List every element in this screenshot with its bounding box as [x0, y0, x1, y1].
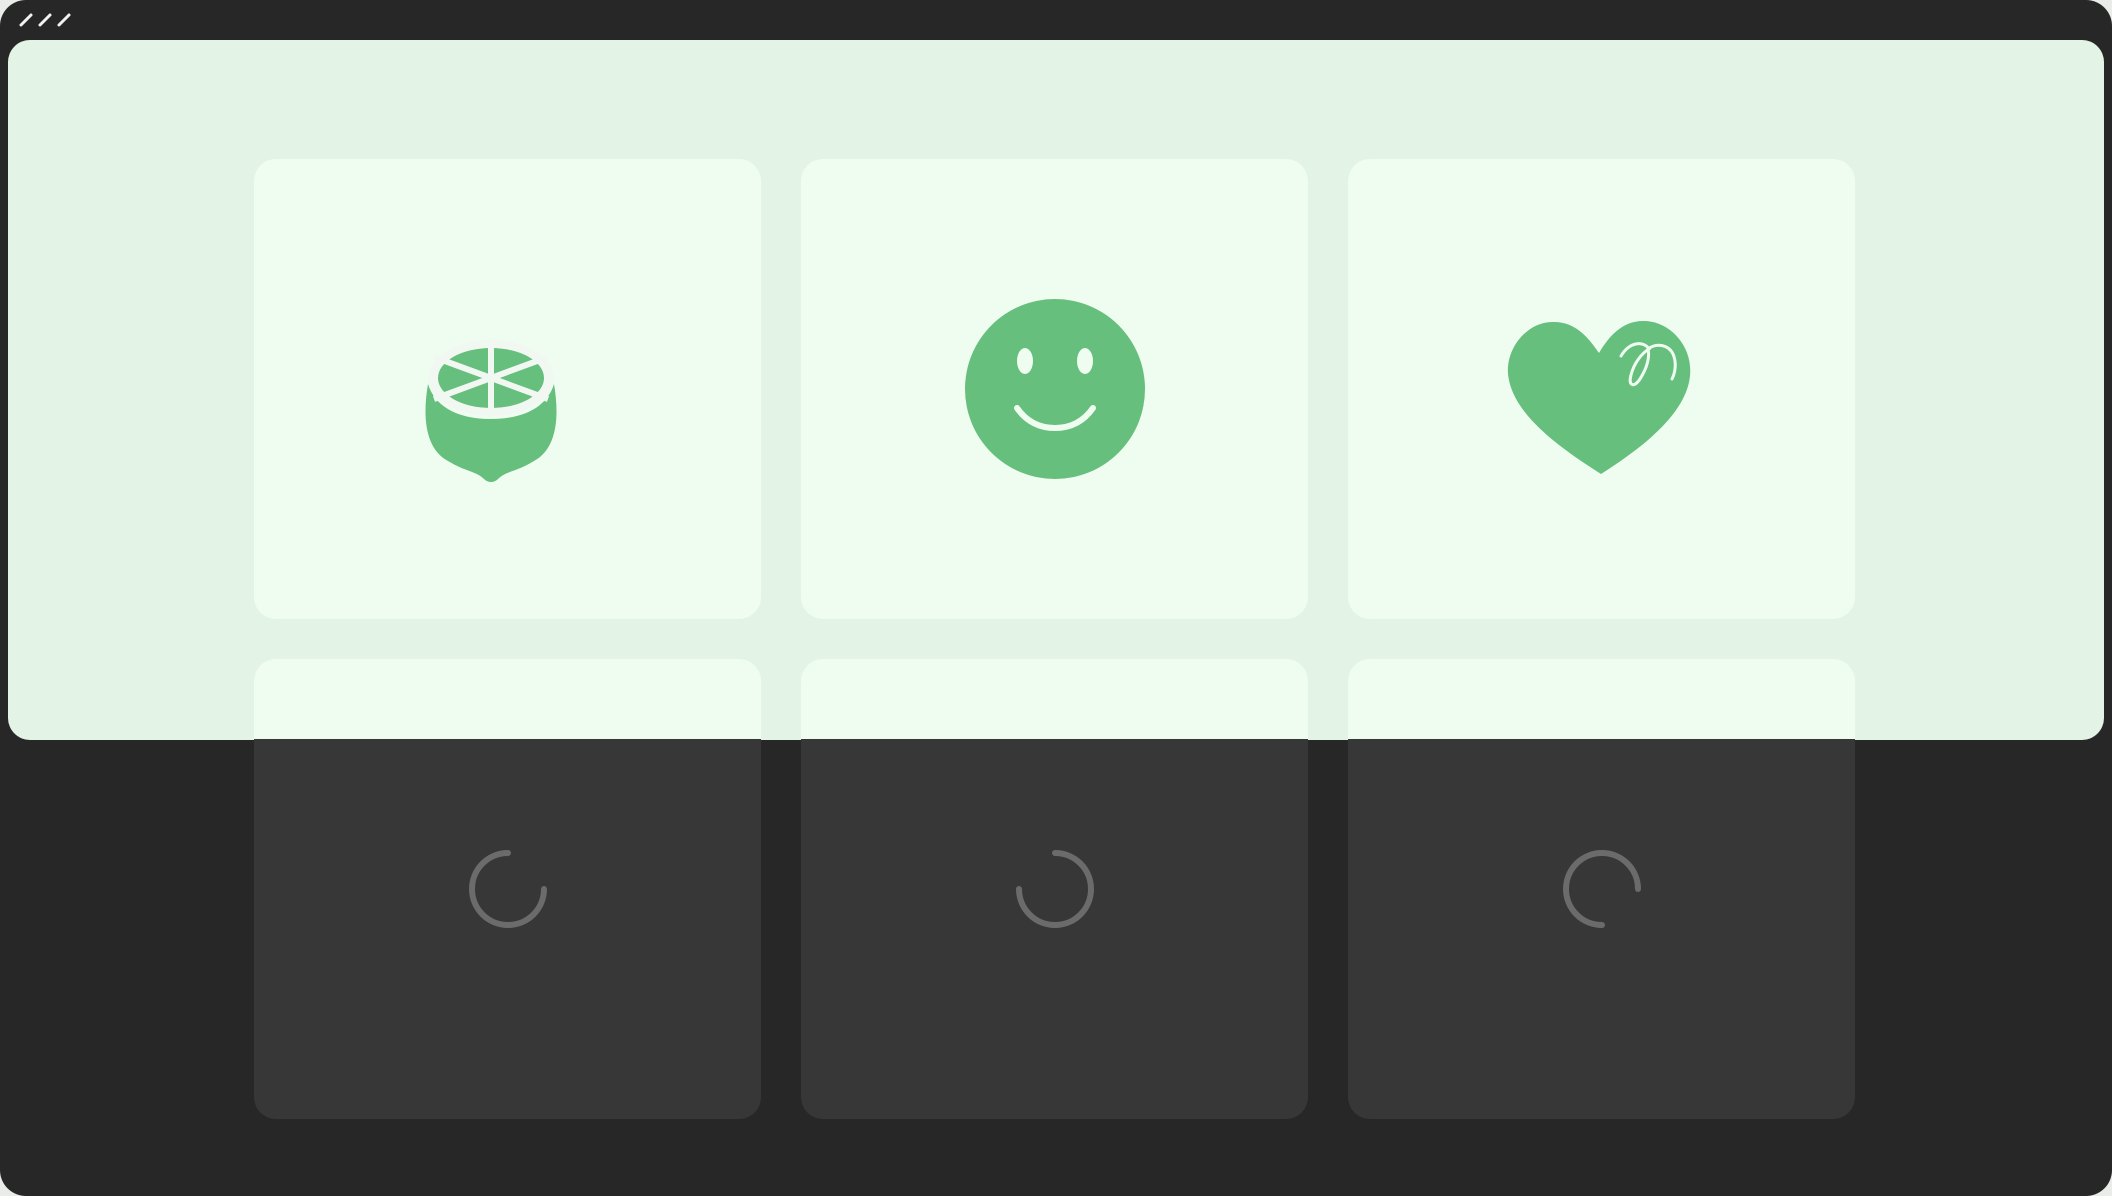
card-loading-3[interactable]: [1348, 659, 1855, 1119]
loading-spinner-icon: [1562, 850, 1641, 928]
card-loading-1[interactable]: [254, 659, 761, 1119]
resize-icon[interactable]: [18, 12, 34, 28]
heart-icon: [1507, 320, 1690, 474]
resize-icon[interactable]: [37, 12, 53, 28]
titlebar-controls: [18, 12, 72, 28]
card-loading-2[interactable]: [801, 659, 1308, 1119]
app-window: [0, 0, 2112, 1196]
smiley-face-icon: [964, 299, 1145, 479]
loading-spinner-icon: [1015, 850, 1094, 928]
card-heart[interactable]: [1348, 159, 1855, 619]
card-smiley[interactable]: [801, 159, 1308, 619]
lime-slice-icon: [424, 339, 557, 482]
loading-spinner-icon: [468, 850, 547, 928]
resize-icon[interactable]: [56, 12, 72, 28]
card-lime[interactable]: [254, 159, 761, 619]
